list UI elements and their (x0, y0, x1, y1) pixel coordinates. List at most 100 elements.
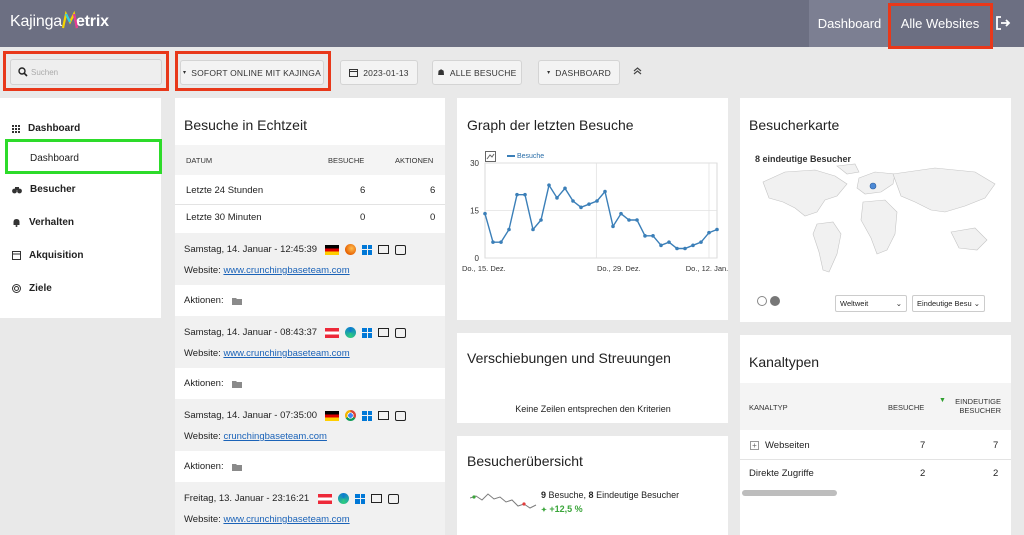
search-box[interactable] (10, 59, 162, 85)
search-input[interactable] (31, 64, 156, 80)
row-actions: 0 (430, 212, 436, 223)
data-point (667, 240, 671, 244)
map-title: Besucherkarte (749, 117, 840, 133)
website-label: Website: (184, 265, 224, 276)
data-point (571, 199, 575, 203)
data-point (643, 234, 647, 238)
sidebar-item-akquisition[interactable]: Akquisition (12, 250, 83, 261)
row-unique: 7 (993, 440, 999, 451)
window-icon (12, 251, 21, 260)
collapse-icon[interactable] (633, 66, 642, 75)
sidebar-subitem-dashboard[interactable]: Dashboard (30, 153, 79, 164)
segment-button[interactable]: ☗ ALLE BESUCHE (432, 60, 522, 85)
plus-small-icon: ✦ (541, 507, 547, 514)
profile-icon (395, 244, 406, 255)
nav-dashboard[interactable]: Dashboard (809, 0, 890, 47)
chrome-icon (345, 410, 356, 421)
region-select[interactable]: Weltweit ⌄ (835, 295, 907, 312)
data-point (595, 199, 599, 203)
zoom-out-icon[interactable] (757, 296, 767, 306)
sidebar-item-dashboard[interactable]: Dashboard (12, 123, 80, 134)
sidebar-item-label: Besucher (30, 184, 76, 195)
visit-entry[interactable]: Samstag, 14. Januar - 07:35:00 Website: … (175, 399, 445, 451)
visit-time: Freitag, 13. Januar - 23:16:21 (184, 493, 310, 504)
horizontal-scrollbar[interactable] (742, 490, 837, 496)
shifts-empty-message: Keine Zeilen entsprechen den Kriterien (515, 404, 671, 414)
website-link[interactable]: www.crunchingbaseteam.com (223, 514, 349, 525)
row-visits: 7 (920, 440, 926, 451)
col-besuche[interactable]: BESUCHE (888, 403, 924, 412)
visit-entry[interactable]: Samstag, 14. Januar - 12:45:39 Website: … (175, 233, 445, 285)
segment-label: ALLE BESUCHE (449, 67, 517, 78)
desktop-icon (378, 328, 389, 337)
y-tick-label: 30 (470, 159, 479, 168)
globe-icon[interactable] (770, 296, 780, 306)
sidebar-item-ziele[interactable]: Ziele (12, 283, 52, 294)
metric-select[interactable]: Eindeutige Besu ⌄ (912, 295, 985, 312)
binoculars-icon (12, 186, 22, 193)
desktop-icon (378, 411, 389, 420)
col-eindeutige-besucher[interactable]: EINDEUTIGE BESUCHER (949, 397, 1001, 415)
folder-icon[interactable] (231, 297, 242, 305)
website-label: Website: (184, 514, 224, 525)
overview-sparkline[interactable] (470, 488, 538, 512)
row-actions: 6 (430, 185, 436, 196)
nav-all-websites[interactable]: Alle Websites (890, 0, 990, 47)
visits-line-chart[interactable]: 30 15 0Do., 15. Dez. Do., 29. Dez. Do., 12. … (457, 155, 732, 275)
website-link[interactable]: www.crunchingbaseteam.com (223, 265, 349, 276)
col-kanaltyp[interactable]: KANALTYP (749, 403, 788, 412)
col-datum: DATUM (186, 156, 213, 165)
visitor-location-marker (869, 182, 877, 190)
desktop-icon (371, 494, 382, 503)
data-point (683, 246, 687, 251)
windows-icon (362, 410, 372, 421)
calendar-icon (349, 69, 359, 77)
overview-title: Besucherübersicht (467, 453, 583, 469)
data-point (531, 227, 535, 232)
data-point (547, 183, 551, 187)
row-label: Webseiten (765, 440, 810, 451)
website-link[interactable]: www.crunchingbaseteam.com (223, 348, 349, 359)
divider (740, 459, 1011, 460)
data-point (707, 230, 711, 235)
overview-delta: ✦ +12,5 % (541, 504, 583, 514)
row-label: Letzte 24 Stunden (186, 185, 264, 196)
website-link[interactable]: crunchingbaseteam.com (223, 431, 327, 442)
logo[interactable]: Kajinga etrix (10, 10, 109, 31)
visit-entry[interactable]: Samstag, 14. Januar - 08:43:37 Website: … (175, 316, 445, 368)
date-label: 2023-01-13 (363, 67, 409, 78)
x-tick-label: Do., 29. Dez. (597, 264, 641, 273)
windows-icon (362, 327, 372, 338)
folder-icon[interactable] (231, 380, 242, 388)
sidebar-item-label: Ziele (29, 283, 52, 294)
actions-label: Aktionen: (184, 295, 224, 306)
search-icon (18, 67, 28, 77)
channels-title: Kanaltypen (749, 354, 820, 370)
overview-kpi: 9 Besuche, 8 Eindeutige Besucher (541, 490, 679, 500)
map-controls (757, 296, 780, 306)
data-point (651, 234, 655, 238)
dashboard-selector-button[interactable]: ▾ DASHBOARD (538, 60, 620, 85)
sidebar-item-label: Dashboard (28, 123, 81, 134)
visit-entry[interactable]: Freitag, 13. Januar - 23:16:21 Website: … (175, 482, 445, 535)
folder-icon[interactable] (231, 463, 242, 471)
data-point (715, 227, 719, 232)
expand-icon[interactable]: + (750, 441, 759, 450)
data-point (563, 186, 567, 191)
flag-de-icon (325, 410, 339, 421)
world-map[interactable] (755, 162, 1007, 277)
dashboard-selector-label: DASHBOARD (555, 67, 611, 78)
logout-icon[interactable] (995, 15, 1011, 31)
divider (175, 204, 445, 205)
data-point (507, 227, 511, 232)
data-point (619, 211, 623, 216)
date-button[interactable]: 2023-01-13 (340, 60, 418, 85)
flag-de-icon (325, 244, 339, 255)
row-visits: 2 (920, 468, 926, 479)
sidebar-item-besucher[interactable]: Besucher (12, 184, 76, 195)
target-icon (12, 284, 21, 293)
site-selector-button[interactable]: ▾ SOFORT ONLINE MIT KAJINGA (180, 60, 324, 85)
data-point (587, 202, 591, 206)
logo-prefix: Kajinga (10, 13, 62, 30)
sidebar-item-verhalten[interactable]: Verhalten (12, 217, 74, 228)
